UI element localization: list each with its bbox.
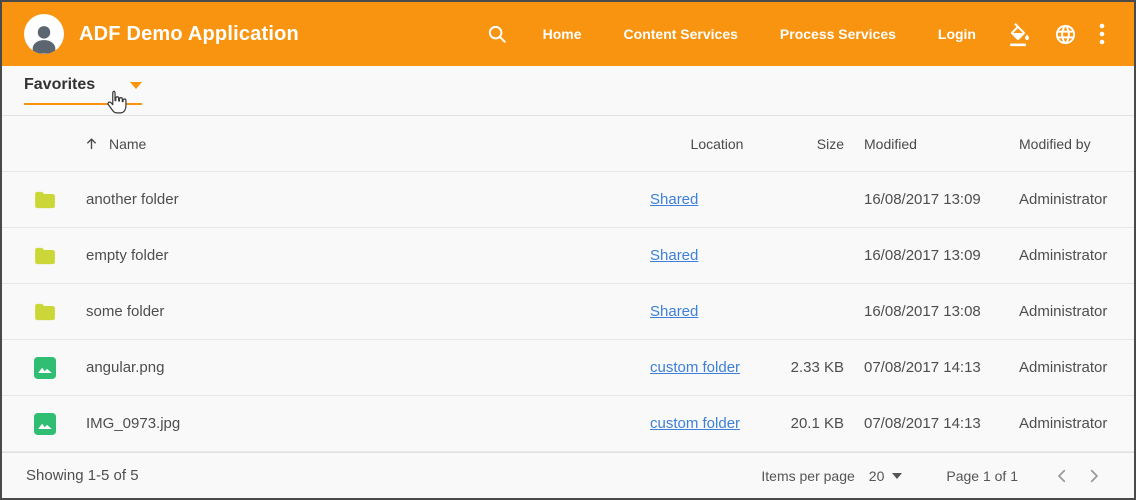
row-modified-by: Administrator: [1019, 303, 1134, 320]
sort-ascending-icon[interactable]: [84, 136, 99, 151]
document-list: Name Location Size Modified Modified by …: [2, 116, 1134, 452]
column-header-modified[interactable]: Modified: [864, 136, 1019, 152]
app-window: ADF Demo Application Home Content Servic…: [0, 0, 1136, 500]
row-size: 2.33 KB: [784, 359, 844, 376]
table-body: another folder Shared 16/08/2017 13:09 A…: [2, 172, 1134, 452]
color-fill-icon[interactable]: [997, 13, 1043, 55]
row-modified: 07/08/2017 14:13: [864, 359, 1019, 376]
toolbar: Favorites: [2, 66, 1134, 116]
row-modified: 16/08/2017 13:09: [864, 247, 1019, 264]
column-header-size[interactable]: Size: [784, 136, 844, 152]
row-name[interactable]: empty folder: [74, 247, 650, 264]
row-modified-by: Administrator: [1019, 191, 1134, 208]
items-per-page-select[interactable]: 20: [869, 468, 903, 484]
select-caret-icon: [892, 473, 902, 479]
table-row[interactable]: some folder Shared 16/08/2017 13:08 Admi…: [2, 284, 1134, 340]
next-page-button[interactable]: [1078, 460, 1110, 492]
row-name[interactable]: angular.png: [74, 359, 650, 376]
row-size: 20.1 KB: [784, 415, 844, 432]
nav-home[interactable]: Home: [522, 16, 603, 52]
row-location-link[interactable]: Shared: [650, 191, 698, 208]
page-indicator-label: Page 1 of 1: [946, 468, 1018, 484]
column-header-location[interactable]: Location: [650, 136, 784, 152]
column-header-name[interactable]: Name: [74, 136, 650, 152]
row-modified: 16/08/2017 13:08: [864, 303, 1019, 320]
app-title: ADF Demo Application: [79, 23, 299, 46]
more-options-icon[interactable]: [1088, 14, 1116, 54]
dropdown-caret-icon: [130, 82, 142, 89]
row-name[interactable]: IMG_0973.jpg: [74, 415, 650, 432]
row-location-link[interactable]: Shared: [650, 247, 698, 264]
avatar[interactable]: [24, 14, 64, 54]
favorites-dropdown[interactable]: Favorites: [24, 76, 142, 105]
row-location-link[interactable]: Shared: [650, 303, 698, 320]
items-per-page-value: 20: [869, 468, 885, 484]
app-header: ADF Demo Application Home Content Servic…: [2, 2, 1134, 66]
row-name[interactable]: another folder: [74, 191, 650, 208]
folder-icon: [26, 247, 74, 265]
table-header-row: Name Location Size Modified Modified by: [2, 116, 1134, 172]
nav-content-services[interactable]: Content Services: [603, 16, 759, 52]
nav-process-services[interactable]: Process Services: [759, 16, 917, 52]
nav-login[interactable]: Login: [917, 16, 997, 52]
row-modified-by: Administrator: [1019, 359, 1134, 376]
showing-range-label: Showing 1-5 of 5: [26, 467, 139, 484]
column-header-name-label: Name: [109, 136, 146, 152]
image-icon: [26, 357, 74, 379]
table-row[interactable]: empty folder Shared 16/08/2017 13:09 Adm…: [2, 228, 1134, 284]
row-modified: 16/08/2017 13:09: [864, 191, 1019, 208]
favorites-dropdown-label: Favorites: [24, 76, 95, 94]
language-icon[interactable]: [1043, 15, 1088, 54]
table-row[interactable]: IMG_0973.jpg custom folder 20.1 KB 07/08…: [2, 396, 1134, 452]
folder-icon: [26, 191, 74, 209]
folder-icon: [26, 303, 74, 321]
image-icon: [26, 413, 74, 435]
previous-page-button[interactable]: [1046, 460, 1078, 492]
row-modified-by: Administrator: [1019, 247, 1134, 264]
row-location-link[interactable]: custom folder: [650, 415, 740, 432]
table-row[interactable]: another folder Shared 16/08/2017 13:09 A…: [2, 172, 1134, 228]
search-icon[interactable]: [486, 23, 508, 45]
user-icon: [27, 22, 61, 54]
pagination-bar: Showing 1-5 of 5 Items per page 20 Page …: [2, 452, 1134, 498]
row-name[interactable]: some folder: [74, 303, 650, 320]
items-per-page-label: Items per page: [761, 468, 854, 484]
table-row[interactable]: angular.png custom folder 2.33 KB 07/08/…: [2, 340, 1134, 396]
row-location-link[interactable]: custom folder: [650, 359, 740, 376]
column-header-modified-by[interactable]: Modified by: [1019, 136, 1134, 152]
row-modified: 07/08/2017 14:13: [864, 415, 1019, 432]
row-modified-by: Administrator: [1019, 415, 1134, 432]
